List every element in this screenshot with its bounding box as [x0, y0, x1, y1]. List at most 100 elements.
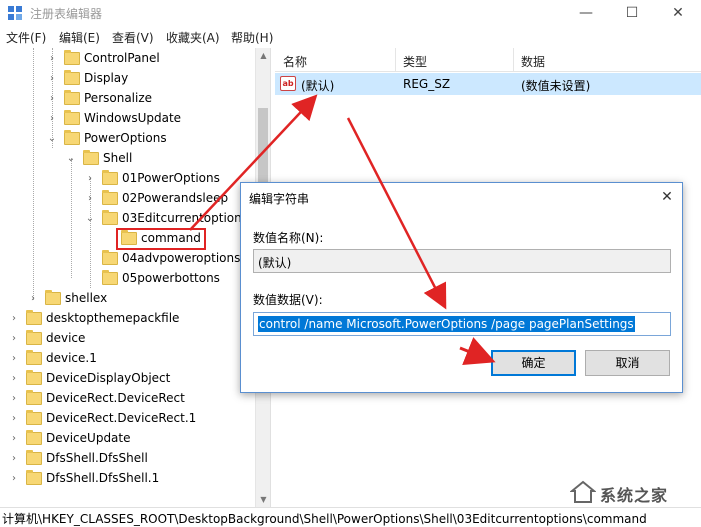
menu-edit[interactable]: 编辑(E) [59, 29, 100, 46]
menu-view[interactable]: 查看(V) [112, 29, 154, 46]
folder-icon [64, 50, 80, 65]
chevron-right-icon[interactable]: › [47, 112, 57, 126]
chevron-right-icon[interactable]: › [9, 392, 19, 406]
folder-icon [64, 70, 80, 85]
scroll-down-icon[interactable]: ▼ [256, 492, 271, 507]
tree-item[interactable]: › DfsShell.DfsShell.1 [0, 469, 255, 489]
chevron-right-icon[interactable]: › [9, 372, 19, 386]
chevron-right-icon[interactable]: › [47, 92, 57, 106]
chevron-down-icon[interactable]: ⌄ [66, 152, 76, 166]
tree-item[interactable]: › DeviceDisplayObject [0, 369, 255, 389]
menu-help[interactable]: 帮助(H) [231, 29, 273, 46]
tree-item[interactable]: › Display [0, 69, 255, 89]
maximize-button[interactable]: ☐ [609, 0, 655, 26]
house-logo-icon [570, 480, 596, 503]
chevron-right-icon[interactable]: › [9, 412, 19, 426]
chevron-down-icon[interactable]: ⌄ [47, 132, 57, 146]
dialog-close-icon[interactable]: ✕ [652, 183, 682, 211]
menu-favorites[interactable]: 收藏夹(A) [166, 29, 220, 46]
registry-app-icon [8, 6, 22, 20]
folder-icon [102, 210, 118, 225]
tree-item[interactable]: › 02Powerandsleep [0, 189, 255, 209]
folder-icon [102, 250, 118, 265]
column-data[interactable]: 数据 [521, 53, 545, 70]
value-name-label: 数值名称(N): [253, 231, 324, 245]
chevron-right-icon[interactable]: › [9, 432, 19, 446]
chevron-right-icon[interactable]: › [9, 352, 19, 366]
tree-item[interactable]: › Personalize [0, 89, 255, 109]
tree-item[interactable]: › ControlPanel [0, 49, 255, 69]
tree-item[interactable]: 04advpoweroptions [0, 249, 255, 269]
tree-item[interactable]: › DfsShell.DfsShell [0, 449, 255, 469]
chevron-down-icon[interactable]: ⌄ [85, 212, 95, 226]
edit-string-dialog: 编辑字符串 ✕ 数值名称(N): (默认) 数值数据(V): control /… [240, 182, 683, 393]
value-data-input[interactable]: control /name Microsoft.PowerOptions /pa… [253, 312, 671, 336]
watermark-text: 系统之家 [600, 486, 669, 505]
minimize-button[interactable]: — [563, 0, 609, 26]
folder-icon [83, 150, 99, 165]
folder-icon [64, 130, 80, 145]
menu-bar: 文件(F) 编辑(E) 查看(V) 收藏夹(A) 帮助(H) [0, 26, 701, 48]
menu-file[interactable]: 文件(F) [6, 29, 46, 46]
registry-tree: › ControlPanel › Display › Personalize › Win… [0, 48, 255, 507]
row-type: REG_SZ [403, 77, 451, 91]
folder-icon [45, 290, 61, 305]
folder-icon [102, 190, 118, 205]
status-bar: 计算机\HKEY_CLASSES_ROOT\DesktopBackground\… [0, 507, 701, 526]
title-bar: 注册表编辑器 — ☐ ✕ [0, 0, 701, 26]
value-data-text: control /name Microsoft.PowerOptions /pa… [258, 316, 635, 332]
folder-icon [102, 270, 118, 285]
tree-item[interactable]: › device [0, 329, 255, 349]
cancel-button[interactable]: 取消 [585, 350, 670, 376]
tree-item[interactable]: › WindowsUpdate [0, 109, 255, 129]
tree-item[interactable]: › DeviceUpdate [0, 429, 255, 449]
value-name-text: (默认) [258, 256, 292, 270]
dialog-title: 编辑字符串 [249, 192, 310, 206]
tree-item[interactable]: › device.1 [0, 349, 255, 369]
folder-icon [26, 430, 42, 445]
chevron-right-icon[interactable]: › [9, 452, 19, 466]
close-button[interactable]: ✕ [655, 0, 701, 26]
tree-item[interactable]: › 01PowerOptions [0, 169, 255, 189]
status-path: 计算机\HKEY_CLASSES_ROOT\DesktopBackground\… [2, 512, 647, 526]
folder-icon [26, 390, 42, 405]
folder-icon [26, 410, 42, 425]
tree-item[interactable]: › desktopthemepackfile [0, 309, 255, 329]
column-name[interactable]: 名称 [283, 53, 307, 70]
list-header: 名称 类型 数据 [275, 48, 701, 72]
column-divider[interactable] [513, 48, 514, 72]
watermark: 系统之家 [560, 480, 700, 506]
folder-icon [26, 470, 42, 485]
chevron-right-icon[interactable]: › [28, 292, 38, 306]
tree-item[interactable]: › shellex [0, 289, 255, 309]
chevron-right-icon[interactable]: › [47, 52, 57, 66]
chevron-right-icon[interactable]: › [85, 172, 95, 186]
chevron-right-icon[interactable]: › [9, 312, 19, 326]
folder-icon [102, 170, 118, 185]
ok-button[interactable]: 确定 [491, 350, 576, 376]
tree-item[interactable]: ⌄ PowerOptions [0, 129, 255, 149]
column-type[interactable]: 类型 [403, 53, 427, 70]
window-title: 注册表编辑器 [30, 7, 103, 21]
tree-item[interactable]: 05powerbottons [0, 269, 255, 289]
folder-icon [26, 370, 42, 385]
folder-icon [64, 110, 80, 125]
folder-icon [26, 450, 42, 465]
chevron-right-icon[interactable]: › [85, 192, 95, 206]
column-divider[interactable] [395, 48, 396, 72]
highlight-box [116, 228, 206, 250]
chevron-right-icon[interactable]: › [9, 332, 19, 346]
value-data-label: 数值数据(V): [253, 293, 323, 307]
folder-icon [26, 330, 42, 345]
chevron-right-icon[interactable]: › [9, 472, 19, 486]
tree-item[interactable]: › DeviceRect.DeviceRect [0, 389, 255, 409]
folder-icon [26, 350, 42, 365]
scroll-up-icon[interactable]: ▲ [256, 48, 271, 63]
tree-item[interactable]: ⌄ 03Editcurrentoptions [0, 209, 255, 229]
list-row-default[interactable]: ab (默认) REG_SZ (数值未设置) [275, 73, 701, 95]
folder-icon [26, 310, 42, 325]
tree-item[interactable]: ⌄ Shell [0, 149, 255, 169]
tree-item[interactable]: › DeviceRect.DeviceRect.1 [0, 409, 255, 429]
row-data: (数值未设置) [521, 79, 591, 93]
chevron-right-icon[interactable]: › [47, 72, 57, 86]
